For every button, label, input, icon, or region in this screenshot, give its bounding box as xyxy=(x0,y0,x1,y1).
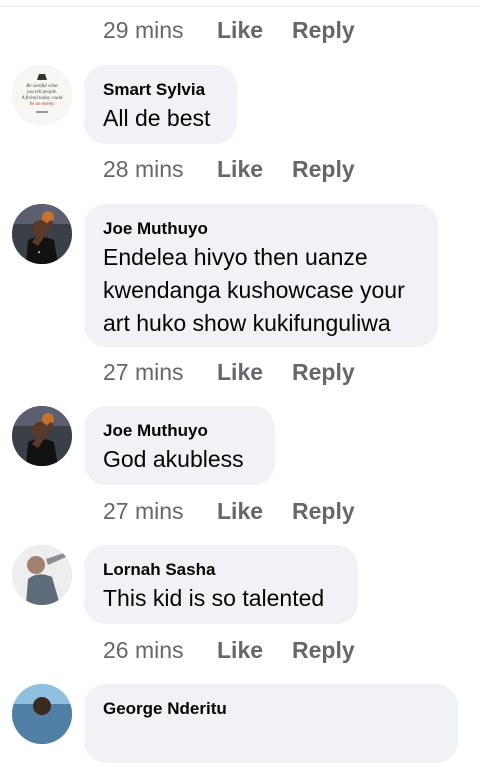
comment-meta-0: 29 mins Like Reply xyxy=(103,15,355,45)
commenter-name[interactable]: Joe Muthuyo xyxy=(103,420,255,442)
comment-text-line: kwendanga kushowcase your xyxy=(103,277,405,303)
avatar-joe-muthuyo[interactable] xyxy=(12,406,72,466)
commenter-name[interactable]: Lornah Sasha xyxy=(103,559,338,581)
comment-meta-4: 26 mins Like Reply xyxy=(103,635,355,665)
like-button[interactable]: Like xyxy=(217,637,292,664)
commenter-name[interactable]: Joe Muthuyo xyxy=(103,218,418,240)
commenter-name[interactable]: George Nderitu xyxy=(103,698,438,720)
reply-button[interactable]: Reply xyxy=(292,359,355,386)
avatar-smart-sylvia[interactable]: Be careful what you tell people. A frien… xyxy=(12,65,72,125)
comment-bubble-3[interactable]: Joe Muthuyo God akubless xyxy=(84,406,275,485)
quote-image-avatar: Be careful what you tell people. A frien… xyxy=(12,65,72,125)
comment-meta-2: 27 mins Like Reply xyxy=(103,357,355,387)
comment-text: This kid is so talented xyxy=(103,585,325,611)
avatar-quote-line-1: Be careful what xyxy=(26,84,58,89)
top-divider xyxy=(0,0,480,7)
comment-time: 28 mins xyxy=(103,155,184,182)
child-photo-icon xyxy=(12,545,72,605)
reply-button[interactable]: Reply xyxy=(292,498,355,525)
like-button[interactable]: Like xyxy=(217,156,292,183)
basketball-player-icon: ▪ xyxy=(12,204,72,264)
commenter-name[interactable]: Smart Sylvia xyxy=(103,79,217,101)
svg-text:▪: ▪ xyxy=(38,250,40,256)
avatar-quote-line-2: you tell people. xyxy=(26,90,58,95)
reply-button[interactable]: Reply xyxy=(292,17,355,44)
avatar-quote-line-3: A friend today could xyxy=(21,96,63,101)
avatar-joe-muthuyo[interactable]: ▪ xyxy=(12,204,72,264)
comment-text: God akubless xyxy=(103,446,244,472)
comment-text-line: art huko show kukifunguliwa xyxy=(103,310,391,336)
comment-time: 26 mins xyxy=(103,636,184,663)
comment-time: 27 mins xyxy=(103,497,184,524)
reply-button[interactable]: Reply xyxy=(292,637,355,664)
comment-time: 27 mins xyxy=(103,358,184,385)
profile-photo-icon xyxy=(12,684,72,744)
avatar-george-nderitu[interactable] xyxy=(12,684,72,744)
reply-button[interactable]: Reply xyxy=(292,156,355,183)
comment-text-line: Endelea hivyo then uanze xyxy=(103,244,368,270)
comment-bubble-5[interactable]: George Nderitu xyxy=(84,684,458,763)
comment-bubble-2[interactable]: Joe Muthuyo Endelea hivyo then uanze kwe… xyxy=(84,204,438,347)
comment-text: All de best xyxy=(103,105,211,131)
like-button[interactable]: Like xyxy=(217,498,292,525)
comment-meta-3: 27 mins Like Reply xyxy=(103,496,355,526)
like-button[interactable]: Like xyxy=(217,17,292,44)
comment-time: 29 mins xyxy=(103,16,184,43)
comment-bubble-1[interactable]: Smart Sylvia All de best xyxy=(84,65,237,144)
like-button[interactable]: Like xyxy=(217,359,292,386)
avatar-lornah-sasha[interactable] xyxy=(12,545,72,605)
comment-meta-1: 28 mins Like Reply xyxy=(103,154,355,184)
basketball-player-icon xyxy=(12,406,72,466)
comment-bubble-4[interactable]: Lornah Sasha This kid is so talented xyxy=(84,545,358,624)
avatar-quote-line-4: be an enemy xyxy=(30,102,56,107)
